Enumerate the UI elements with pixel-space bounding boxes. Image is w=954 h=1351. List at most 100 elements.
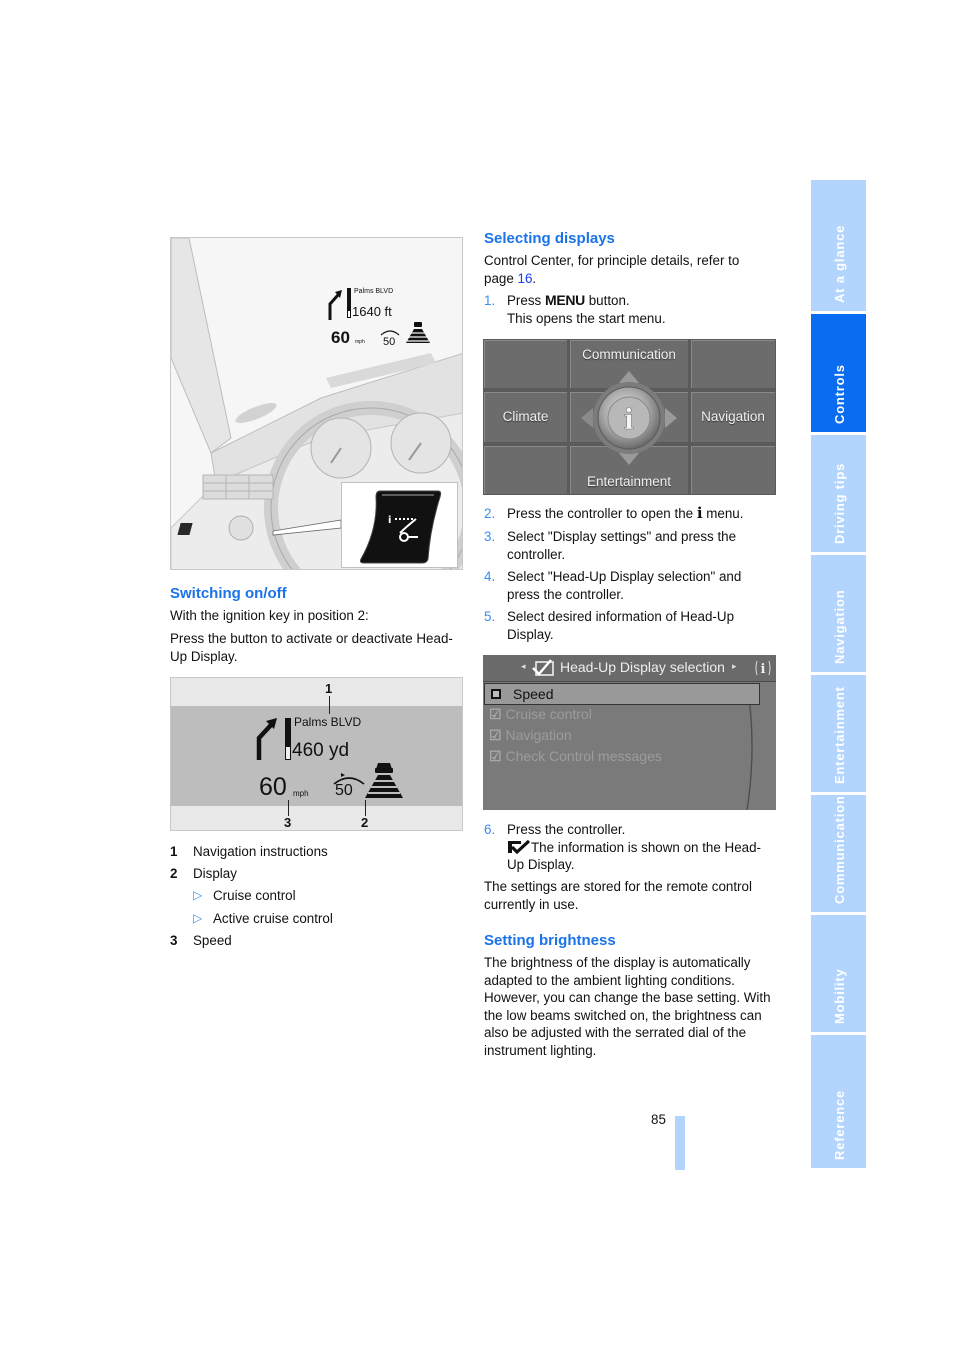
arrow-right-icon	[665, 408, 677, 428]
next-arrow-icon[interactable]: ▸	[732, 661, 737, 672]
active-cruise-distance-icon	[365, 763, 403, 798]
hud-menu-item-navigation[interactable]: ☑ Navigation	[489, 727, 572, 744]
side-tab-label: Communication	[831, 795, 847, 904]
start-menu-screen: Communication Climate Navigation Enterta…	[483, 339, 776, 495]
turn-right-arrow-icon	[328, 290, 342, 320]
side-tab-label: Reference	[831, 1089, 847, 1160]
step6-text-a: Press the controller.	[507, 822, 626, 837]
turn-right-arrow-icon	[256, 718, 277, 760]
hud-cruise-speed: 50	[335, 782, 353, 799]
menu-climate[interactable]: Climate	[483, 391, 568, 443]
step-number: 3.	[484, 529, 496, 544]
menu-cell-empty	[483, 339, 568, 389]
side-tab-driving-tips[interactable]: Driving tips	[811, 435, 866, 552]
callout-1: 1	[325, 681, 333, 696]
hud-cruise-speed: 50	[383, 336, 396, 348]
prev-arrow-icon[interactable]: ◂	[521, 661, 526, 672]
svg-text:i: i	[388, 515, 391, 526]
info-i-icon[interactable]: i	[753, 658, 773, 679]
hud-display-figure: 1 Palms BLVD 460 yd 60 mph 50 3 2	[170, 677, 463, 831]
screen-title-bar: ◂ Head-Up Display selection ▸ i	[483, 655, 776, 682]
step-text: Select "Display settings" and press the …	[507, 529, 737, 562]
menu-navigation[interactable]: Navigation	[690, 391, 776, 443]
hud-speed: 60	[259, 773, 287, 801]
head-up-display-button-icon[interactable]: i	[358, 489, 442, 565]
step-2: 2. Press the controller to open the i me…	[484, 504, 743, 523]
side-tab-navigation[interactable]: Navigation	[811, 555, 866, 672]
legend-number: 1	[170, 844, 178, 859]
hud-speed-unit: mph	[293, 789, 309, 798]
step-text: Select "Head-Up Display selection" and p…	[507, 569, 742, 602]
menu-item-label: Navigation	[505, 727, 572, 743]
menu-cell-empty	[483, 445, 568, 495]
checkbox-checked-icon[interactable]: ☑	[489, 748, 502, 764]
menu-label: Communication	[582, 347, 676, 362]
callout-2-line	[365, 800, 366, 816]
hud-menu-item-speed[interactable]: Speed	[484, 683, 760, 705]
step-5: 5. Select desired information of Head-Up…	[484, 608, 734, 642]
arrow-up-icon	[619, 371, 639, 383]
side-tab-label: At a glance	[831, 224, 847, 303]
step-number: 2.	[484, 506, 496, 521]
hud-selection-screen: ◂ Head-Up Display selection ▸ i Speed ☑ …	[483, 655, 776, 810]
svg-text:i: i	[761, 662, 766, 677]
page-number: 85	[651, 1112, 666, 1127]
legend-text: Cruise control	[213, 888, 296, 903]
distance-bar-remaining	[285, 746, 291, 760]
step-3: 3. Select "Display settings" and press t…	[484, 528, 736, 562]
switching-para-2: Press the button to activate or deactiva…	[170, 631, 453, 664]
screen-title: Head-Up Display selection	[560, 659, 725, 675]
menu-cell-empty	[690, 339, 776, 389]
step2-text-b: menu.	[702, 506, 744, 521]
intro-text-end: .	[532, 270, 537, 286]
step1-text-c: This opens the start menu.	[507, 310, 666, 326]
step-number: 5.	[484, 609, 496, 624]
side-tab-communication[interactable]: Communication	[811, 795, 866, 912]
side-tab-label: Navigation	[831, 589, 847, 664]
menu-label: Entertainment	[586, 474, 672, 489]
legend-text: Navigation instructions	[193, 844, 328, 859]
hud-button-inset: i	[341, 482, 458, 568]
hud-menu-item-check-control[interactable]: ☑ Check Control messages	[489, 748, 662, 765]
selecting-heading: Selecting displays	[484, 230, 615, 247]
checkbox-unchecked-icon[interactable]	[491, 689, 501, 699]
checkbox-checked-icon	[532, 659, 554, 676]
hud-menu-item-cruise-control[interactable]: ☑ Cruise control	[489, 706, 592, 723]
checkbox-checked-icon	[508, 839, 531, 854]
settings-stored-note: The settings are stored for the remote c…	[484, 879, 752, 912]
side-tab-at-a-glance[interactable]: At a glance	[811, 180, 866, 311]
step-6: 6. Press the controller. The information…	[484, 821, 761, 872]
hud-speed-unit: mph	[355, 339, 365, 345]
checkbox-checked-icon[interactable]: ☑	[489, 727, 502, 743]
page-16-link[interactable]: 16	[518, 271, 533, 286]
step6-text-b: The information is shown on the Head-Up …	[507, 839, 761, 873]
checkbox-checked-icon[interactable]: ☑	[489, 706, 502, 722]
step-text: Press the controller. The information is…	[507, 821, 777, 874]
step-4: 4. Select "Head-Up Display selection" an…	[484, 568, 741, 602]
legend-text: Speed	[193, 933, 232, 948]
hud-street-name: Palms BLVD	[294, 715, 362, 729]
controller-info-icon[interactable]: i	[579, 369, 679, 467]
step1-text-a: Press	[507, 293, 545, 308]
side-tab-entertainment[interactable]: Entertainment	[811, 675, 866, 792]
side-tab-mobility[interactable]: Mobility	[811, 915, 866, 1032]
brightness-heading: Setting brightness	[484, 932, 616, 949]
side-tab-label: Mobility	[831, 968, 847, 1024]
hud-street-name: Palms BLVD	[354, 288, 394, 295]
menu-button-label: MENU	[544, 292, 585, 308]
hud-speed: 60	[331, 328, 350, 347]
step-number: 1.	[484, 293, 496, 308]
step-text: Press the controller to open the i menu.	[507, 504, 782, 523]
hud-distance: 1640 ft	[352, 304, 392, 319]
switching-para-1: With the ignition key in position 2:	[170, 608, 369, 623]
menu-label: Navigation	[701, 409, 765, 424]
side-tab-reference[interactable]: Reference	[811, 1035, 866, 1168]
menu-cell-empty	[690, 445, 776, 495]
page-marker-bar	[675, 1116, 685, 1170]
windshield-hud: Palms BLVD 1640 ft 60 mph 50	[327, 284, 447, 352]
step-text: Select desired information of Head-Up Di…	[507, 609, 735, 642]
legend-number: 3	[170, 933, 178, 948]
switching-heading: Switching on/off	[170, 585, 287, 602]
side-tab-controls[interactable]: Controls	[811, 314, 866, 432]
menu-label: Climate	[502, 409, 549, 424]
